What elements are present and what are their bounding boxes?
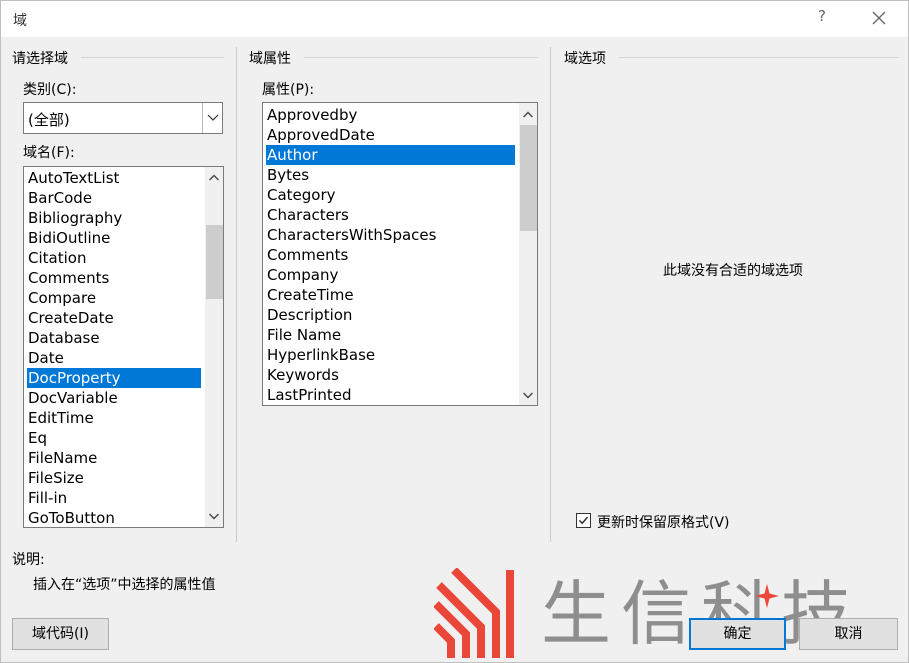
scroll-down-button[interactable]	[205, 507, 223, 525]
list-item[interactable]: AutoTextList	[27, 168, 201, 188]
list-item[interactable]: File Name	[266, 325, 515, 345]
choose-field-group-title: 请选择域	[12, 51, 68, 67]
watermark-logo-icon	[434, 568, 514, 658]
description-label: 说明:	[12, 552, 45, 568]
scroll-up-button[interactable]	[519, 106, 537, 124]
list-item[interactable]: Comments	[266, 245, 515, 265]
list-item[interactable]: Approvedby	[266, 105, 515, 125]
ok-button[interactable]: 确定	[689, 618, 786, 650]
group-divider	[304, 57, 538, 58]
list-item[interactable]: BarCode	[27, 188, 201, 208]
category-value: (全部)	[28, 111, 70, 129]
checkmark-icon	[579, 516, 589, 525]
list-item[interactable]: Eq	[27, 428, 201, 448]
list-item[interactable]: Description	[266, 305, 515, 325]
title-bar: 域 ?	[1, 1, 908, 37]
list-item[interactable]: Database	[27, 328, 201, 348]
list-item[interactable]: Fill-in	[27, 488, 201, 508]
group-divider	[619, 57, 899, 58]
list-item[interactable]: Bytes	[266, 165, 515, 185]
property-scrollbar[interactable]	[519, 103, 537, 405]
help-button[interactable]: ?	[813, 7, 831, 29]
vertical-divider	[550, 47, 551, 542]
list-item[interactable]: EditTime	[27, 408, 201, 428]
group-divider	[81, 57, 224, 58]
field-properties-group-title: 域属性	[249, 51, 291, 67]
category-dropdown-button[interactable]	[202, 103, 222, 133]
field-names-scrollbar[interactable]	[205, 167, 223, 527]
list-item[interactable]: CreateTime	[266, 285, 515, 305]
field-options-group-title: 域选项	[564, 51, 606, 67]
close-icon	[872, 11, 886, 25]
list-item[interactable]: BidiOutline	[27, 228, 201, 248]
property-list[interactable]: Approvedby ApprovedDate Author Bytes Categor…	[262, 102, 538, 406]
list-item[interactable]: FileSize	[27, 468, 201, 488]
preserve-format-label[interactable]: 更新时保留原格式(V)	[597, 512, 730, 532]
field-names-list[interactable]: AutoTextList BarCode Bibliography BidiOutli…	[23, 166, 224, 528]
scroll-down-button[interactable]	[519, 386, 537, 404]
cancel-button[interactable]: 取消	[799, 618, 898, 650]
chevron-down-icon	[209, 513, 219, 520]
list-item[interactable]: Bibliography	[27, 208, 201, 228]
category-label: 类别(C):	[23, 82, 77, 98]
chevron-up-icon	[209, 174, 219, 181]
scroll-up-button[interactable]	[205, 169, 223, 187]
list-item[interactable]: Comments	[27, 268, 201, 288]
list-item[interactable]: CreateDate	[27, 308, 201, 328]
list-item[interactable]: LastPrinted	[266, 385, 515, 405]
list-item[interactable]: GoToButton	[27, 508, 201, 527]
chevron-down-icon	[207, 114, 219, 121]
chevron-up-icon	[523, 111, 533, 118]
list-item[interactable]: DocProperty	[27, 368, 201, 388]
list-item[interactable]: DocVariable	[27, 388, 201, 408]
field-codes-button[interactable]: 域代码(I)	[12, 618, 109, 650]
list-item[interactable]: Author	[266, 145, 515, 165]
close-button[interactable]	[868, 7, 890, 29]
chevron-down-icon	[523, 392, 533, 399]
star-icon	[755, 584, 779, 608]
list-item[interactable]: Characters	[266, 205, 515, 225]
list-item[interactable]: HyperlinkBase	[266, 345, 515, 365]
field-dialog: 域 ? 请选择域 类别(C): (全部) 域名(F): AutoTextList…	[0, 0, 909, 663]
list-item[interactable]: Keywords	[266, 365, 515, 385]
vertical-divider	[236, 47, 237, 542]
list-item[interactable]: Citation	[27, 248, 201, 268]
category-combo[interactable]: (全部)	[23, 102, 223, 134]
scrollbar-thumb[interactable]	[206, 225, 223, 299]
list-item[interactable]: Compare	[27, 288, 201, 308]
preserve-format-checkbox[interactable]	[576, 513, 591, 528]
list-item[interactable]: ApprovedDate	[266, 125, 515, 145]
scrollbar-thumb[interactable]	[520, 125, 537, 231]
list-item[interactable]: Company	[266, 265, 515, 285]
description-text: 插入在“选项”中选择的属性值	[33, 577, 216, 593]
property-label: 属性(P):	[262, 82, 315, 98]
list-item[interactable]: Category	[266, 185, 515, 205]
field-names-label: 域名(F):	[23, 145, 75, 161]
list-item[interactable]: FileName	[27, 448, 201, 468]
dialog-title: 域	[13, 13, 27, 29]
list-item[interactable]: CharactersWithSpaces	[266, 225, 515, 245]
no-options-message: 此域没有合适的域选项	[663, 263, 803, 279]
list-item[interactable]: Date	[27, 348, 201, 368]
